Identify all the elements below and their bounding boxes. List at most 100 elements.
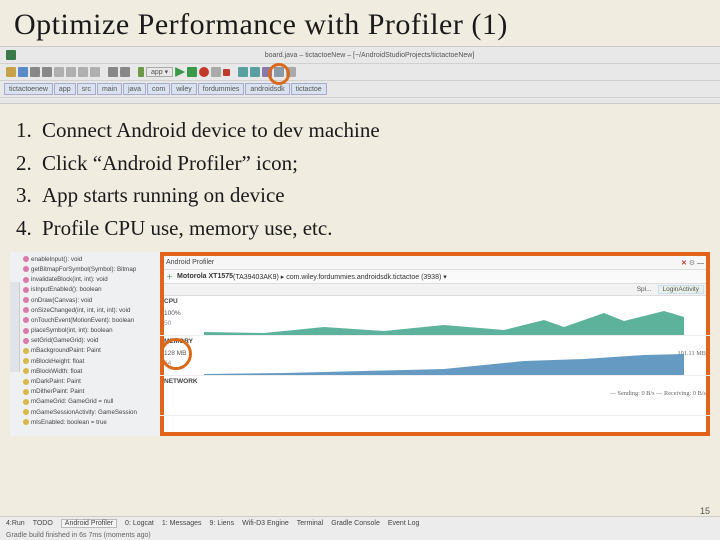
structure-item[interactable]: isInputEnabled(): boolean — [21, 285, 160, 295]
forward-icon[interactable] — [120, 67, 130, 77]
structure-item[interactable]: mGameGrid: GameGrid = null — [21, 397, 160, 407]
footer-tab[interactable]: Android Profiler — [61, 519, 117, 528]
structure-item-label: placeSymbol(int, int): boolean — [31, 327, 113, 334]
paste-icon[interactable] — [78, 67, 88, 77]
ide-toolbar-icons[interactable]: app ▾ — [0, 64, 720, 81]
breadcrumb-item[interactable]: app — [54, 83, 76, 95]
structure-side-tab[interactable] — [10, 282, 20, 372]
breadcrumb-item[interactable]: java — [123, 83, 146, 95]
structure-item[interactable]: mGameSessionActivity: GameSession — [21, 407, 160, 417]
ide-breadcrumb-row: tictactoenew app src main java com wiley… — [0, 81, 720, 98]
field-icon — [23, 379, 29, 385]
copy-icon[interactable] — [66, 67, 76, 77]
structure-item-label: mDarkPaint: Paint — [31, 378, 81, 385]
breadcrumb-item[interactable]: tictactoe — [291, 83, 327, 95]
step-text: App starts running on device — [42, 179, 285, 212]
memory-chart[interactable]: 101.11 MB — [204, 336, 710, 376]
device-process: (TA39403AK9) ▸ com.wiley.fordummies.andr… — [233, 273, 447, 281]
breadcrumb-item[interactable]: fordummies — [198, 83, 245, 95]
step-text: Profile CPU use, memory use, etc. — [42, 212, 332, 245]
debug-icon[interactable] — [187, 67, 197, 77]
back-icon[interactable] — [108, 67, 118, 77]
cpu-chart[interactable] — [204, 296, 710, 336]
page-number: 15 — [700, 506, 710, 516]
network-chart[interactable]: — Sending: 0 B/s — Receiving: 0 B/s — [204, 376, 710, 416]
structure-item[interactable]: mBackgroundPaint: Paint — [21, 346, 160, 356]
ide-footer-tabs: 4:Run TODO Android Profiler 0: Logcat 1: Mes… — [0, 517, 720, 529]
profiler-panel: Android Profiler ✕ ⚙ — ＋ Motorola XT1575… — [160, 252, 710, 436]
minimize-icon[interactable]: — — [697, 260, 704, 267]
breadcrumb-item[interactable]: wiley — [171, 83, 197, 95]
breadcrumb-item[interactable]: tictactoenew — [4, 83, 53, 95]
method-icon — [23, 287, 29, 293]
structure-item[interactable]: mIsEnabled: boolean = true — [21, 417, 160, 427]
find-icon[interactable] — [90, 67, 100, 77]
run-config-dropdown[interactable]: app ▾ — [146, 67, 173, 77]
gear-icon[interactable]: ⚙ — [689, 260, 695, 267]
plus-icon[interactable]: ＋ — [166, 272, 173, 282]
structure-item[interactable]: setGrid(GameGrid): void — [21, 336, 160, 346]
structure-item[interactable]: onTouchEvent(MotionEvent): boolean — [21, 315, 160, 325]
ide-window-title: board.java – tictactoeNew – [~/AndroidSt… — [265, 52, 475, 59]
structure-item-label: getBitmapForSymbol(Symbol): Bitmap — [31, 266, 136, 273]
save-icon[interactable] — [18, 67, 28, 77]
open-icon[interactable] — [6, 67, 16, 77]
structure-item-label: enableInput(): void — [31, 256, 82, 263]
breadcrumb-item[interactable]: main — [97, 83, 122, 95]
structure-item[interactable]: enableInput(): void — [21, 254, 160, 264]
sdk-icon[interactable] — [250, 67, 260, 77]
close-icon[interactable]: ✕ — [681, 260, 687, 267]
hammer-icon[interactable] — [138, 67, 144, 77]
step-number: 1. — [16, 114, 42, 147]
field-icon — [23, 419, 29, 425]
footer-tab[interactable]: 9: Liens — [210, 520, 235, 527]
stop-icon[interactable] — [199, 67, 209, 77]
structure-item-label: isInputEnabled(): boolean — [31, 286, 102, 293]
structure-item[interactable]: mDarkPaint: Paint — [21, 376, 160, 386]
structure-item[interactable]: mBlockHeight: float — [21, 356, 160, 366]
device-name: Motorola XT1575 — [177, 273, 233, 280]
structure-item[interactable]: invalidateBlock(int, int): void — [21, 275, 160, 285]
profile-icon[interactable] — [211, 67, 221, 77]
footer-tab[interactable]: 1: Messages — [162, 520, 202, 527]
structure-item[interactable]: getBitmapForSymbol(Symbol): Bitmap — [21, 264, 160, 274]
structure-item[interactable]: onDraw(Canvas): void — [21, 295, 160, 305]
structure-item[interactable]: onSizeChanged(int, int, int, int): void — [21, 305, 160, 315]
network-label: NETWORK — [164, 378, 198, 385]
step-number: 4. — [16, 212, 42, 245]
breadcrumb-item[interactable]: androidsdk — [245, 83, 289, 95]
footer-tab[interactable]: TODO — [33, 520, 53, 527]
footer-tab[interactable]: Wifi-D3 Engine — [242, 520, 289, 527]
method-icon — [23, 338, 29, 344]
structure-item[interactable]: mDitherPaint: Paint — [21, 387, 160, 397]
structure-item-label: mIsEnabled: boolean = true — [31, 419, 107, 426]
structure-item[interactable]: placeSymbol(int, int): boolean — [21, 326, 160, 336]
footer-tab[interactable]: Event Log — [388, 520, 420, 527]
structure-item-label: onSizeChanged(int, int, int, int): void — [31, 307, 130, 314]
cpu-label: CPU — [164, 298, 178, 305]
record-icon[interactable] — [223, 69, 230, 76]
field-icon — [23, 409, 29, 415]
footer-tab[interactable]: Gradle Console — [331, 520, 380, 527]
undo-icon[interactable] — [30, 67, 40, 77]
footer-tab[interactable]: Terminal — [297, 520, 323, 527]
slide-title: Optimize Performance with Profiler (1) — [0, 0, 720, 46]
profiler-activity-label: LoginActivity — [658, 285, 705, 294]
cut-icon[interactable] — [54, 67, 64, 77]
profiler-title: Android Profiler — [166, 259, 214, 266]
step-number: 2. — [16, 147, 42, 180]
breadcrumb-item[interactable]: src — [77, 83, 96, 95]
structure-item[interactable]: mBlockWidth: float — [21, 366, 160, 376]
avd-icon[interactable] — [238, 67, 248, 77]
highlight-circle-toolbar — [268, 63, 290, 85]
steps-list: 1.Connect Android device to dev machine … — [0, 104, 720, 252]
footer-tab[interactable]: 0: Logcat — [125, 520, 154, 527]
redo-icon[interactable] — [42, 67, 52, 77]
footer-tab[interactable]: 4:Run — [6, 520, 25, 527]
breadcrumb-item[interactable]: com — [147, 83, 170, 95]
method-icon — [23, 266, 29, 272]
profiler-topbar-item: Spl... — [637, 286, 652, 293]
run-icon[interactable] — [175, 67, 185, 77]
profiler-device-row[interactable]: ＋ Motorola XT1575 (TA39403AK9) ▸ com.wil… — [160, 270, 710, 284]
method-icon — [23, 317, 29, 323]
